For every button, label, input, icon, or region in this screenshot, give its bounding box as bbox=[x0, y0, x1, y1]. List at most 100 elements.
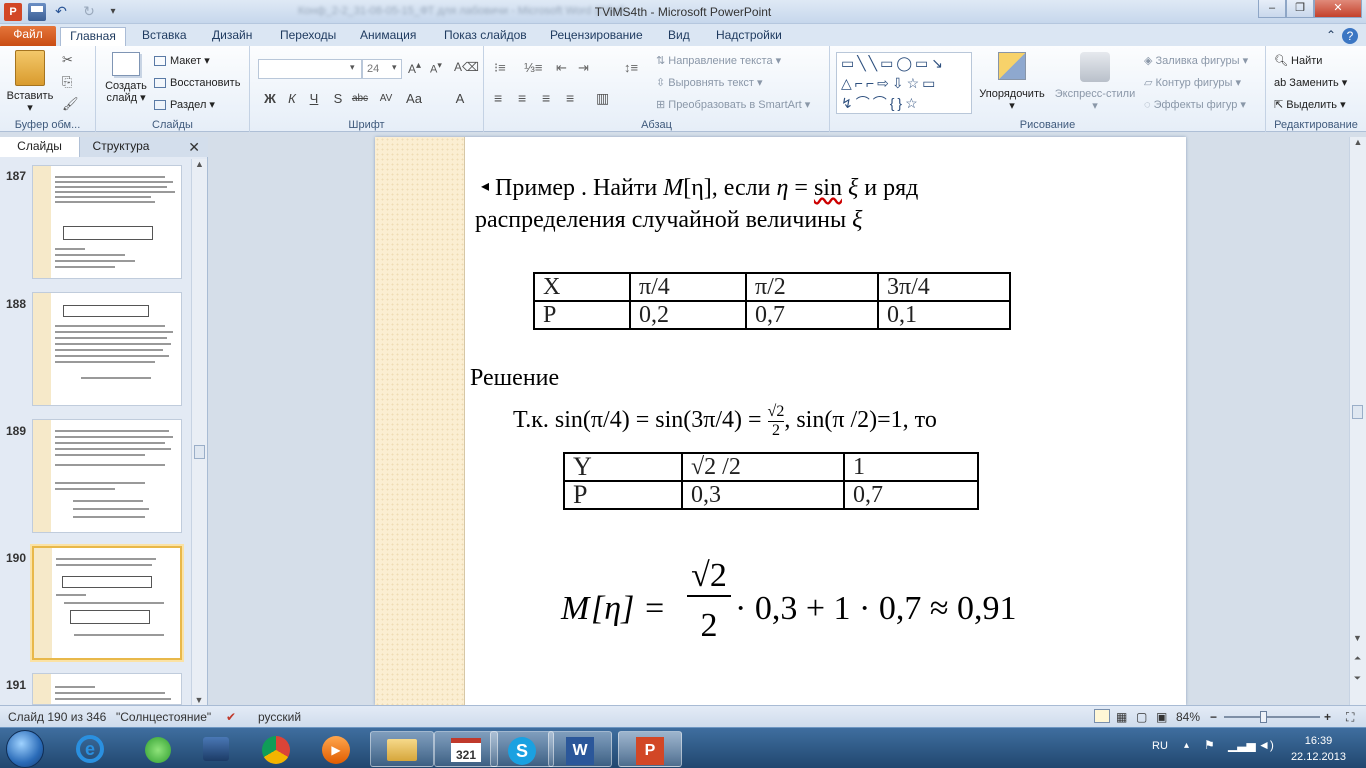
grow-font-icon[interactable]: A▴ bbox=[408, 60, 421, 76]
close-button[interactable]: ✕ bbox=[1314, 0, 1362, 18]
keyboard-language[interactable]: RU bbox=[1152, 740, 1168, 752]
text-direction-button[interactable]: ⇅ Направление текста ▾ bbox=[656, 54, 781, 68]
slide-title-line1[interactable]: ◂ Пример . Найти M[η], если η = sin ξ и … bbox=[481, 175, 918, 202]
shape-fill-button[interactable]: ◈ Заливка фигуры ▾ bbox=[1144, 54, 1248, 68]
close-pane-icon[interactable]: ✕ bbox=[188, 137, 200, 157]
chrome-taskbar-button[interactable] bbox=[244, 731, 308, 767]
tab-file[interactable]: Файл bbox=[0, 26, 56, 46]
strikethrough-icon[interactable]: abc bbox=[350, 90, 370, 108]
increase-indent-icon[interactable]: ⇥ bbox=[578, 60, 589, 76]
quick-styles-button[interactable]: Экспресс-стили ▾ bbox=[1052, 52, 1138, 112]
skype-taskbar-button[interactable]: S bbox=[490, 731, 554, 767]
powerpoint-taskbar-button[interactable]: P bbox=[618, 731, 682, 767]
align-text-button[interactable]: ⇳ Выровнять текст ▾ bbox=[656, 76, 763, 90]
zoom-slider-thumb[interactable] bbox=[1260, 711, 1267, 723]
font-name-dropdown-icon[interactable]: ▾ bbox=[350, 62, 355, 73]
ie-taskbar-button[interactable]: e bbox=[58, 731, 122, 767]
shapes-gallery[interactable]: ▭╲╲▭◯▭↘ △⌐⌐⇨⇩☆▭ ↯⌒⌒{}☆ bbox=[836, 52, 972, 114]
copy-icon[interactable]: ⎘ bbox=[62, 74, 72, 90]
zoom-level[interactable]: 84% bbox=[1176, 710, 1200, 724]
shadow-icon[interactable]: S bbox=[328, 90, 348, 108]
word-taskbar-button[interactable]: W bbox=[548, 731, 612, 767]
shrink-font-icon[interactable]: A▾ bbox=[430, 60, 442, 76]
paste-button[interactable]: Вставить ▾ bbox=[4, 50, 56, 114]
tab-addins[interactable]: Надстройки bbox=[710, 27, 788, 46]
network-icon[interactable]: ▁▃▅ bbox=[1228, 738, 1256, 752]
format-painter-icon[interactable]: 🖌 bbox=[62, 96, 79, 112]
change-case-icon[interactable]: Aa bbox=[404, 90, 424, 108]
decrease-indent-icon[interactable]: ⇤ bbox=[556, 60, 567, 76]
line-spacing-icon[interactable]: ↕≡ bbox=[624, 60, 638, 75]
clock[interactable]: 16:39 22.12.2013 bbox=[1291, 733, 1346, 765]
tab-slideshow[interactable]: Показ слайдов bbox=[438, 27, 533, 46]
align-left-icon[interactable]: ≡ bbox=[494, 90, 502, 106]
zoom-in-button[interactable]: + bbox=[1324, 710, 1331, 724]
reading-view-icon[interactable]: ▢ bbox=[1136, 710, 1147, 724]
distribution-table-x[interactable]: X π/4 π/2 3π/4 P 0,2 0,7 0,1 bbox=[533, 272, 1011, 330]
tray-expand-icon[interactable]: ▴ bbox=[1184, 740, 1189, 751]
volume-icon[interactable]: ◄) bbox=[1258, 738, 1274, 752]
slide-sorter-icon[interactable]: ▦ bbox=[1116, 710, 1127, 724]
bullets-icon[interactable]: ⁝≡ bbox=[494, 60, 506, 76]
spellcheck-icon[interactable]: ✔︎ bbox=[226, 710, 236, 724]
shape-outline-button[interactable]: ▱ Контур фигуры ▾ bbox=[1144, 76, 1241, 90]
media-player-taskbar-button[interactable]: ▶ bbox=[304, 731, 368, 767]
layout-button[interactable]: Макет ▾ bbox=[154, 54, 210, 68]
new-slide-button[interactable]: Создать слайд ▾ bbox=[102, 52, 150, 104]
slides-pane-scrollbar[interactable]: ▲ ▼ bbox=[191, 159, 207, 705]
find-button[interactable]: 🔍︎ Найти bbox=[1274, 54, 1322, 68]
flag-icon[interactable]: ⚑ bbox=[1204, 738, 1215, 752]
tab-transitions[interactable]: Переходы bbox=[274, 27, 342, 46]
since-line[interactable]: Т.к. sin(π/4) = sin(3π/4) = √2 2 , sin(π… bbox=[513, 403, 937, 440]
media-center-taskbar-button[interactable] bbox=[184, 731, 248, 767]
bold-icon[interactable]: Ж bbox=[260, 90, 280, 108]
tab-outline[interactable]: Структура bbox=[80, 137, 162, 157]
align-center-icon[interactable]: ≡ bbox=[518, 90, 526, 106]
zoom-out-button[interactable]: − bbox=[1210, 710, 1217, 724]
arrange-button[interactable]: Упорядочить ▾ bbox=[976, 52, 1048, 112]
font-size-dropdown-icon[interactable]: ▾ bbox=[392, 62, 397, 73]
cut-icon[interactable]: ✂ bbox=[62, 52, 73, 68]
slide-thumbnail-189[interactable] bbox=[32, 419, 182, 533]
slide-canvas[interactable]: ◂ Пример . Найти M[η], если η = sin ξ и … bbox=[375, 137, 1186, 705]
slide-thumbnail-191[interactable] bbox=[32, 673, 182, 705]
distribution-table-y[interactable]: Y √2 /2 1 P 0,3 0,7 bbox=[563, 452, 979, 510]
underline-icon[interactable]: Ч bbox=[304, 90, 324, 108]
minimize-button[interactable]: – bbox=[1258, 0, 1286, 18]
theme-name[interactable]: "Солнцестояние" bbox=[116, 710, 211, 724]
slideshow-icon[interactable]: ▣ bbox=[1156, 710, 1167, 724]
scroll-up-icon[interactable]: ▲ bbox=[192, 159, 207, 169]
justify-icon[interactable]: ≡ bbox=[566, 90, 574, 106]
slide-thumbnail-188[interactable] bbox=[32, 292, 182, 406]
scroll-thumb[interactable] bbox=[194, 445, 205, 459]
solution-label[interactable]: Решение bbox=[470, 365, 559, 392]
minimize-ribbon-icon[interactable]: ⌃ bbox=[1320, 27, 1342, 46]
numbering-icon[interactable]: ⅓≡ bbox=[524, 60, 542, 75]
shape-effects-button[interactable]: ◌ Эффекты фигур ▾ bbox=[1144, 98, 1246, 112]
explorer-taskbar-button[interactable] bbox=[370, 731, 434, 767]
char-spacing-icon[interactable]: AV bbox=[376, 90, 396, 108]
zoom-slider[interactable] bbox=[1224, 716, 1320, 718]
italic-icon[interactable]: К bbox=[282, 90, 302, 108]
font-color-icon[interactable]: A bbox=[450, 90, 470, 108]
section-button[interactable]: Раздел ▾ bbox=[154, 98, 215, 112]
slide-title-line2[interactable]: распределения случайной величины ξ bbox=[475, 207, 862, 234]
tab-design[interactable]: Дизайн bbox=[206, 27, 258, 46]
tab-review[interactable]: Рецензирование bbox=[544, 27, 649, 46]
slide-thumbnail-190[interactable] bbox=[32, 546, 182, 660]
scroll-down-icon[interactable]: ▼ bbox=[192, 695, 206, 705]
slide-thumbnail-187[interactable] bbox=[32, 165, 182, 279]
normal-view-icon[interactable] bbox=[1094, 709, 1110, 723]
replace-button[interactable]: ab Заменить ▾ bbox=[1274, 76, 1347, 90]
next-slide-icon[interactable]: ⏷ bbox=[1350, 673, 1365, 684]
select-button[interactable]: ⇱ Выделить ▾ bbox=[1274, 98, 1346, 112]
tab-home[interactable]: Главная bbox=[60, 27, 126, 46]
start-button[interactable] bbox=[6, 730, 44, 768]
scroll-thumb[interactable] bbox=[1352, 405, 1363, 419]
align-right-icon[interactable]: ≡ bbox=[542, 90, 550, 106]
font-name-combo[interactable] bbox=[258, 59, 362, 79]
restore-button[interactable]: ❐ bbox=[1286, 0, 1314, 18]
fit-to-window-icon[interactable]: ⛶ bbox=[1346, 710, 1354, 725]
scroll-up-icon[interactable]: ▲ bbox=[1350, 137, 1366, 147]
tab-slides[interactable]: Слайды bbox=[0, 137, 80, 157]
